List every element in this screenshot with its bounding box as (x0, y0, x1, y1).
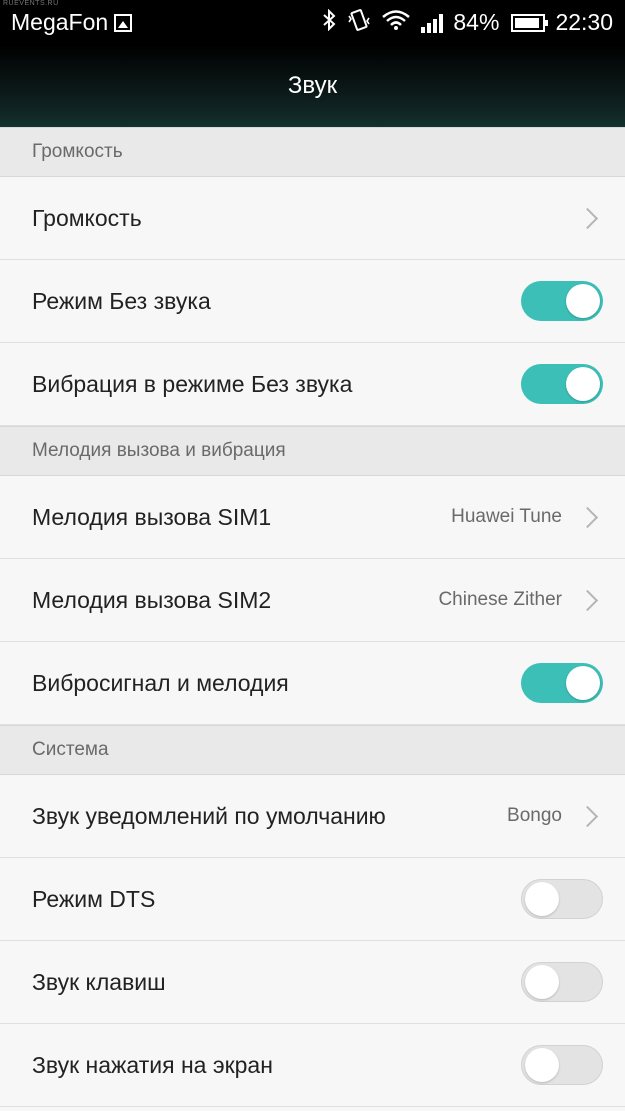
section-header-volume: Громкость (0, 127, 625, 177)
toggle-knob (566, 284, 600, 318)
battery-percent: 84% (453, 9, 500, 35)
section-title: Мелодия вызова и вибрация (32, 440, 286, 461)
setting-row-silent-mode: Режим Без звука (0, 260, 625, 343)
section-header-system: Система (0, 725, 625, 775)
row-right: Chinese Zither (438, 589, 603, 611)
setting-value: Bongo (507, 805, 562, 826)
setting-row-ringtone-sim1[interactable]: Мелодия вызова SIM1 Huawei Tune (0, 476, 625, 559)
image-icon (114, 13, 133, 32)
carrier-name: MegaFon (11, 9, 109, 35)
touch-sound-toggle[interactable] (521, 1045, 603, 1085)
setting-value: Huawei Tune (451, 506, 562, 527)
signal-icon (421, 13, 444, 33)
setting-label: Громкость (32, 204, 142, 231)
bluetooth-icon (321, 8, 337, 37)
chevron-right-icon (576, 506, 599, 528)
vibrate-and-ring-toggle[interactable] (521, 663, 603, 703)
setting-row-default-notification-sound[interactable]: Звук уведомлений по умолчанию Bongo (0, 775, 625, 858)
toggle-knob (525, 882, 559, 916)
setting-row-keypad-sound: Звук клавиш (0, 941, 625, 1024)
silent-mode-toggle[interactable] (521, 281, 603, 321)
setting-label: Вибросигнал и мелодия (32, 669, 289, 696)
vibrate-icon (347, 8, 371, 37)
toggle-knob (566, 666, 600, 700)
chevron-right-icon (576, 207, 599, 229)
setting-label: Мелодия вызова SIM1 (32, 503, 272, 530)
battery-icon (511, 13, 549, 32)
page-title-bar: Звук (0, 45, 625, 127)
dts-mode-toggle[interactable] (521, 879, 603, 919)
toggle-knob (566, 367, 600, 401)
setting-row-vibrate-and-ring: Вибросигнал и мелодия (0, 642, 625, 725)
toggle-knob (525, 965, 559, 999)
setting-label: Режим Без звука (32, 287, 211, 314)
wifi-icon (381, 9, 411, 37)
status-bar: RUEVENTS.RU MegaFon 84% 22:30 (0, 0, 625, 45)
section-title: Система (32, 739, 109, 760)
chevron-right-icon (576, 805, 599, 827)
setting-label: Режим DTS (32, 885, 156, 912)
setting-label: Звук уведомлений по умолчанию (32, 802, 386, 829)
vibrate-in-silent-toggle[interactable] (521, 364, 603, 404)
setting-value: Chinese Zither (438, 589, 562, 610)
row-right (576, 207, 603, 229)
setting-row-vibrate-in-silent: Вибрация в режиме Без звука (0, 343, 625, 426)
setting-row-dts-mode: Режим DTS (0, 858, 625, 941)
page-title: Звук (287, 72, 338, 99)
chevron-right-icon (576, 589, 599, 611)
row-right: Huawei Tune (451, 506, 603, 528)
clock: 22:30 (555, 9, 613, 35)
status-right: 84% 22:30 (321, 8, 613, 37)
section-title: Громкость (32, 141, 123, 162)
toggle-knob (525, 1048, 559, 1082)
setting-row-volume[interactable]: Громкость (0, 177, 625, 260)
setting-row-ringtone-sim2[interactable]: Мелодия вызова SIM2 Chinese Zither (0, 559, 625, 642)
watermark: RUEVENTS.RU (3, 0, 59, 7)
row-right: Bongo (507, 805, 603, 827)
keypad-sound-toggle[interactable] (521, 962, 603, 1002)
setting-label: Звук нажатия на экран (32, 1051, 273, 1078)
section-header-ringtone: Мелодия вызова и вибрация (0, 426, 625, 476)
status-left: MegaFon (11, 9, 133, 36)
setting-label: Мелодия вызова SIM2 (32, 586, 272, 613)
setting-label: Вибрация в режиме Без звука (32, 370, 353, 397)
setting-label: Звук клавиш (32, 968, 166, 995)
setting-row-touch-sound: Звук нажатия на экран (0, 1024, 625, 1107)
